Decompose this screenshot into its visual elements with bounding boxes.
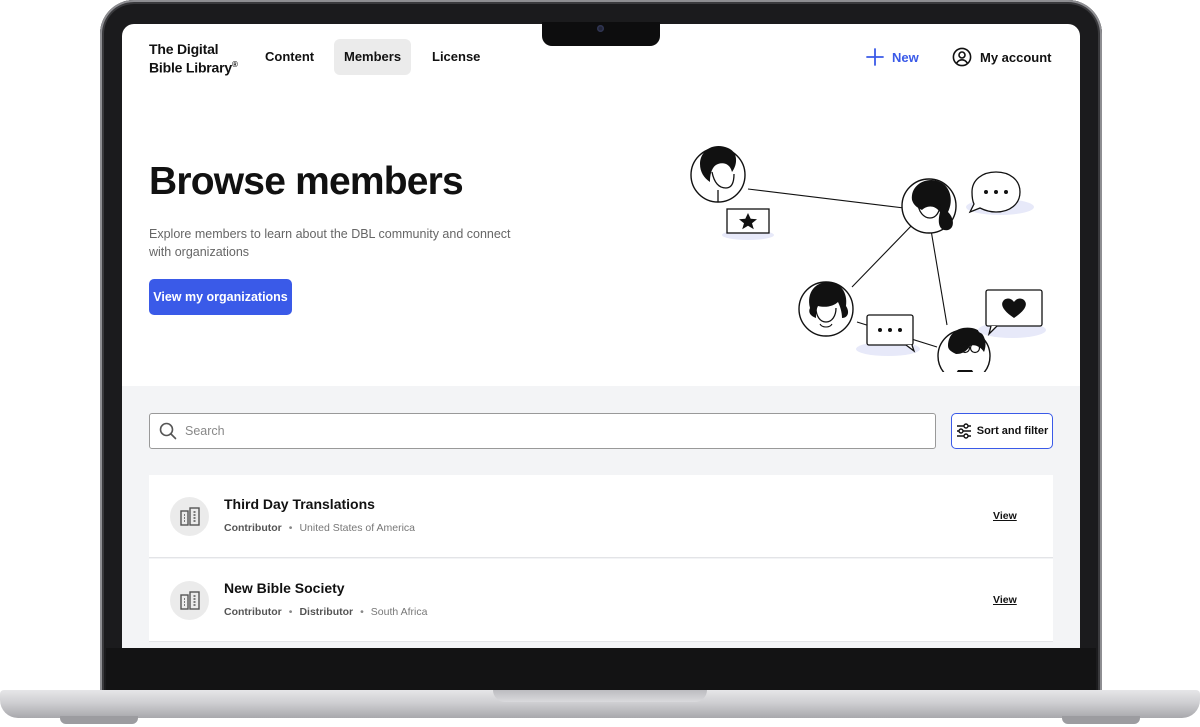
site-logo[interactable]: The Digital Bible Library® — [149, 41, 259, 76]
view-my-organizations-button[interactable]: View my organizations — [149, 279, 292, 315]
member-role: Distributor — [299, 606, 354, 618]
person-avatar-icon — [798, 281, 854, 337]
star-card-icon — [722, 208, 774, 240]
logo-line-2: Bible Library® — [149, 59, 238, 76]
sliders-icon — [956, 423, 971, 439]
new-button-label: New — [892, 49, 919, 65]
page-title: Browse members — [149, 160, 464, 203]
camera-notch — [542, 22, 660, 46]
meta-separator: • — [288, 522, 293, 534]
building-icon — [179, 590, 200, 610]
building-icon — [179, 506, 200, 526]
laptop-foot-left — [60, 716, 138, 724]
member-name: Third Day Translations — [224, 496, 375, 512]
search-input[interactable] — [185, 424, 885, 438]
member-row[interactable]: New Bible Society Contributor • Distribu… — [149, 559, 1053, 642]
laptop-base-notch — [493, 690, 707, 702]
search-bar[interactable] — [149, 413, 936, 449]
person-avatar-icon — [937, 327, 991, 372]
sort-and-filter-button[interactable]: Sort and filter — [951, 413, 1053, 449]
person-avatar-icon — [901, 178, 957, 234]
search-icon — [159, 422, 177, 440]
member-role: Contributor — [224, 522, 282, 534]
page-description: Explore members to learn about the DBL c… — [149, 227, 511, 259]
app-screen: The Digital Bible Library® Content Membe… — [122, 24, 1080, 648]
member-role: Contributor — [224, 606, 282, 618]
my-account-label: My account — [980, 49, 1052, 65]
person-avatar-icon — [690, 145, 746, 203]
view-member-link[interactable]: View — [993, 594, 1017, 606]
logo-line-1: The Digital — [149, 41, 219, 57]
chat-bubble-icon — [856, 314, 920, 356]
nav-tab-content[interactable]: Content — [255, 39, 324, 75]
member-country: United States of America — [299, 522, 415, 534]
my-account-button[interactable]: My account — [952, 44, 1052, 70]
community-network-illustration — [690, 145, 1046, 372]
logo-registered-mark: ® — [231, 60, 238, 69]
laptop-foot-right — [1062, 716, 1140, 724]
new-button[interactable]: New — [866, 44, 919, 70]
member-avatar — [170, 581, 209, 620]
screen-bottom-bezel — [106, 648, 1096, 692]
meta-separator: • — [288, 606, 293, 618]
meta-separator: • — [360, 606, 364, 618]
chat-bubble-icon — [966, 171, 1034, 215]
sort-and-filter-label: Sort and filter — [976, 425, 1049, 437]
nav-tab-members[interactable]: Members — [334, 39, 412, 75]
user-circle-icon — [952, 47, 972, 67]
member-meta: Contributor • Distributor • South Africa — [224, 606, 427, 618]
heart-bubble-icon — [978, 289, 1046, 338]
member-meta: Contributor • United States of America — [224, 522, 415, 534]
nav-tab-license[interactable]: License — [422, 39, 490, 75]
member-country: South Africa — [370, 606, 428, 618]
view-member-link[interactable]: View — [993, 510, 1017, 522]
member-name: New Bible Society — [224, 580, 345, 596]
plus-icon — [866, 48, 884, 66]
camera-icon — [597, 25, 604, 32]
member-avatar — [170, 497, 209, 536]
member-row[interactable]: Third Day Translations Contributor • Uni… — [149, 475, 1053, 558]
members-list-section: Sort and filter Third Day Translations C… — [122, 386, 1080, 648]
